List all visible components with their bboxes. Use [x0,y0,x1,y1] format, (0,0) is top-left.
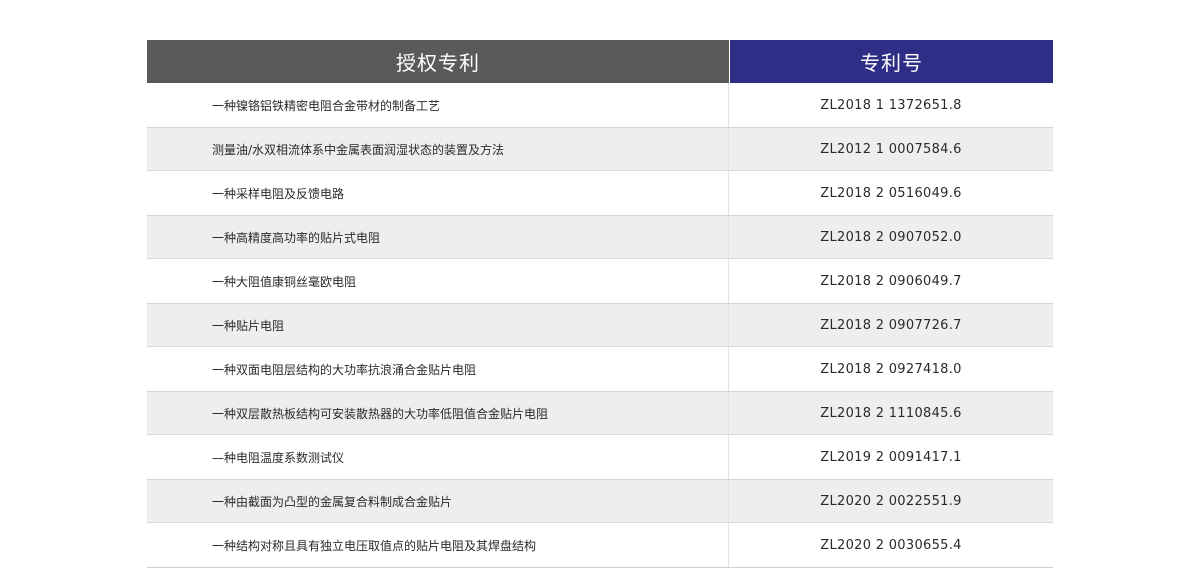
patent-name: 一种高精度高功率的贴片式电阻 [147,216,729,258]
table-row: 一种采样电阻及反馈电路 ZL2018 2 0516049.6 [147,171,1053,215]
patent-name: 一种双层散热板结构可安装散热器的大功率低阻值合金贴片电阻 [147,392,729,434]
patent-number: ZL2012 1 0007584.6 [820,141,962,157]
table-bottom-divider [147,567,1053,568]
patent-name: 一种由截面为凸型的金属复合料制成合金贴片 [147,480,729,522]
header-patent: 授权专利 [147,40,729,83]
table-row: 一种镍铬铝铁精密电阻合金带材的制备工艺 ZL2018 1 1372651.8 [147,83,1053,127]
table-row: 一种贴片电阻 ZL2018 2 0907726.7 [147,303,1053,347]
patent-name: 一种贴片电阻 [147,304,729,346]
patent-number: ZL2018 2 0907052.0 [820,229,962,245]
table-row: 一种结构对称且具有独立电压取值点的贴片电阻及其焊盘结构 ZL2020 2 003… [147,523,1053,567]
table-row: 一种双面电阻层结构的大功率抗浪涌合金贴片电阻 ZL2018 2 0927418.… [147,347,1053,391]
table-row: 一种高精度高功率的贴片式电阻 ZL2018 2 0907052.0 [147,215,1053,259]
header-patent-number: 专利号 [729,40,1053,83]
patent-number: ZL2018 2 0907726.7 [820,317,962,333]
table-row: 一种大阻值康铜丝毫欧电阻 ZL2018 2 0906049.7 [147,259,1053,303]
patent-number: ZL2019 2 0091417.1 [820,449,962,465]
table-header: 授权专利 专利号 [147,40,1053,83]
table-row: 测量油/水双相流体系中金属表面润湿状态的装置及方法 ZL2012 1 00075… [147,127,1053,171]
patent-name: 一种采样电阻及反馈电路 [147,171,729,215]
patent-name: 一种镍铬铝铁精密电阻合金带材的制备工艺 [147,83,729,127]
table-row: —种电阻温度系数测试仪 ZL2019 2 0091417.1 [147,435,1053,479]
patent-name: 一种大阻值康铜丝毫欧电阻 [147,259,729,303]
patent-number: ZL2018 1 1372651.8 [820,97,962,113]
patent-number: ZL2020 2 0030655.4 [820,537,962,553]
patent-number: ZL2018 2 0516049.6 [820,185,962,201]
patent-name: —种电阻温度系数测试仪 [147,435,729,479]
patent-name: 一种双面电阻层结构的大功率抗浪涌合金贴片电阻 [147,347,729,391]
table-row: 一种双层散热板结构可安装散热器的大功率低阻值合金贴片电阻 ZL2018 2 11… [147,391,1053,435]
patent-number: ZL2018 2 1110845.6 [820,405,962,421]
patent-table: 授权专利 专利号 一种镍铬铝铁精密电阻合金带材的制备工艺 ZL2018 1 13… [147,40,1053,568]
patent-number: ZL2020 2 0022551.9 [820,493,962,509]
patent-name: 测量油/水双相流体系中金属表面润湿状态的装置及方法 [147,128,729,170]
table-row: 一种由截面为凸型的金属复合料制成合金贴片 ZL2020 2 0022551.9 [147,479,1053,523]
patent-number: ZL2018 2 0927418.0 [820,361,962,377]
patent-number: ZL2018 2 0906049.7 [820,273,962,289]
patent-name: 一种结构对称且具有独立电压取值点的贴片电阻及其焊盘结构 [147,523,729,567]
